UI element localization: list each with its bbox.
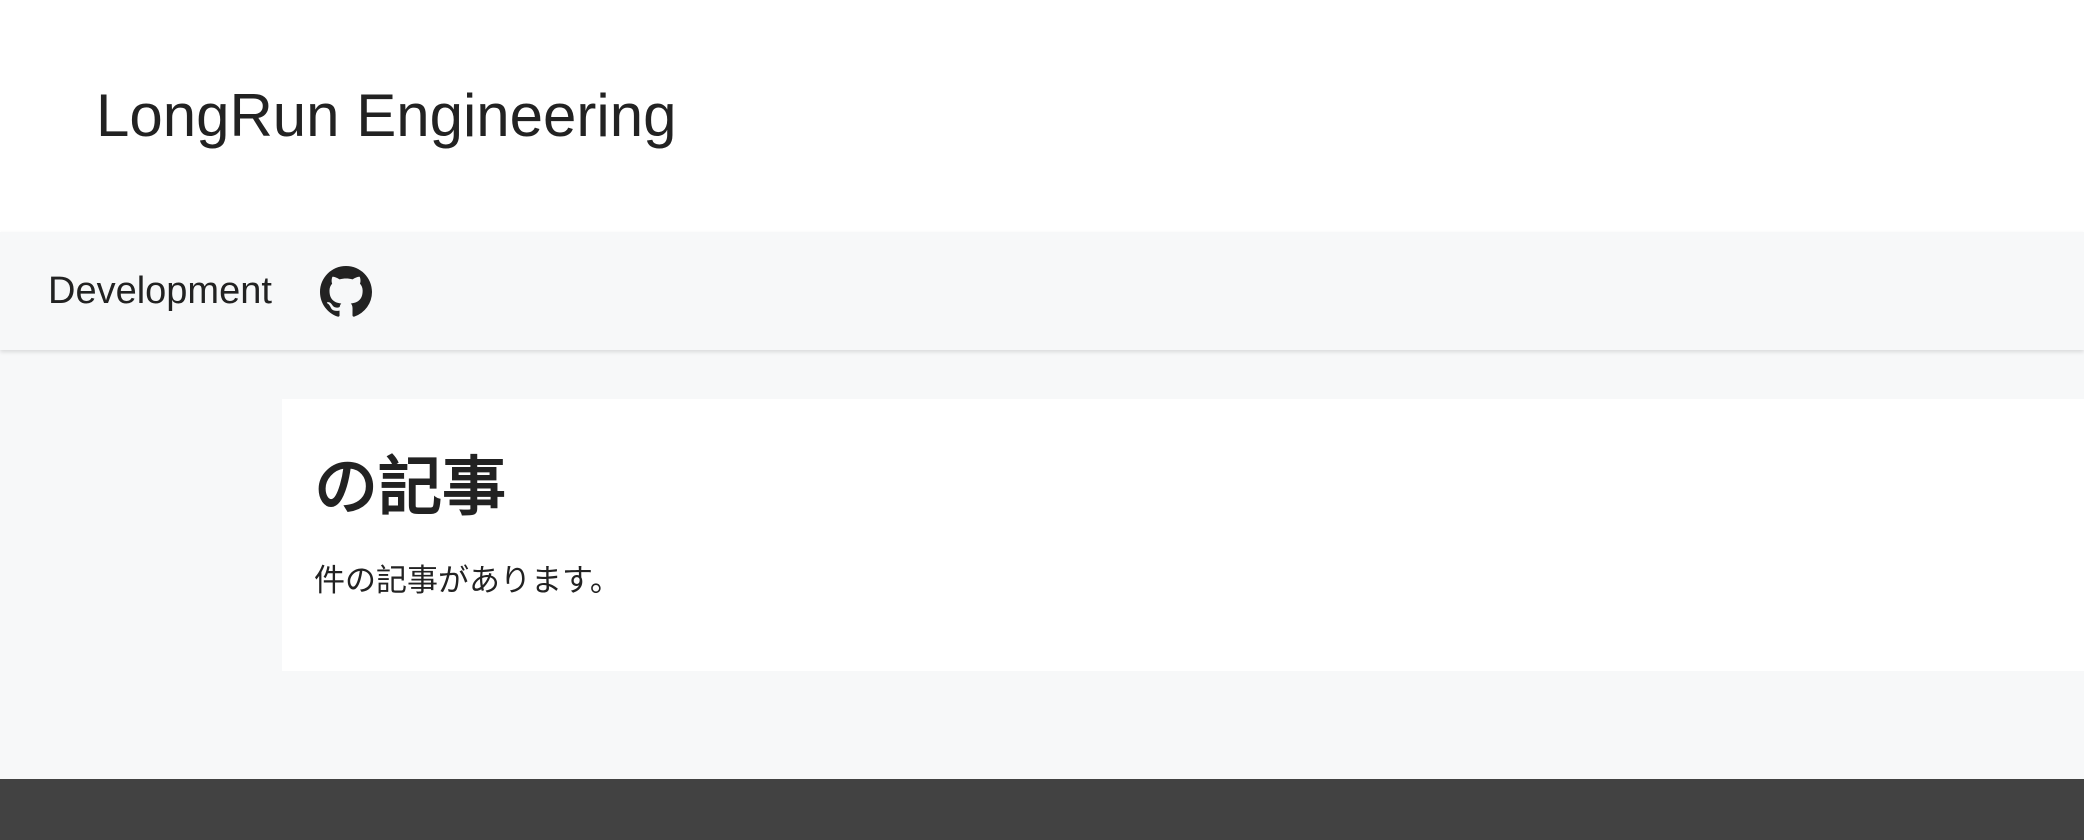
site-footer: [0, 779, 2084, 840]
article-list-card: の記事 件の記事があります。: [282, 399, 2084, 671]
nav-item-development[interactable]: Development: [48, 265, 272, 317]
site-title-link[interactable]: LongRun Engineering: [96, 78, 676, 154]
page-title: の記事: [314, 451, 506, 523]
nav-bar: Development: [0, 232, 2084, 350]
main-content: の記事 件の記事があります。: [0, 350, 2084, 779]
article-count-text: 件の記事があります。: [314, 563, 621, 598]
site-header: LongRun Engineering: [0, 0, 2084, 232]
github-link[interactable]: [320, 266, 372, 318]
github-icon: [320, 266, 372, 318]
